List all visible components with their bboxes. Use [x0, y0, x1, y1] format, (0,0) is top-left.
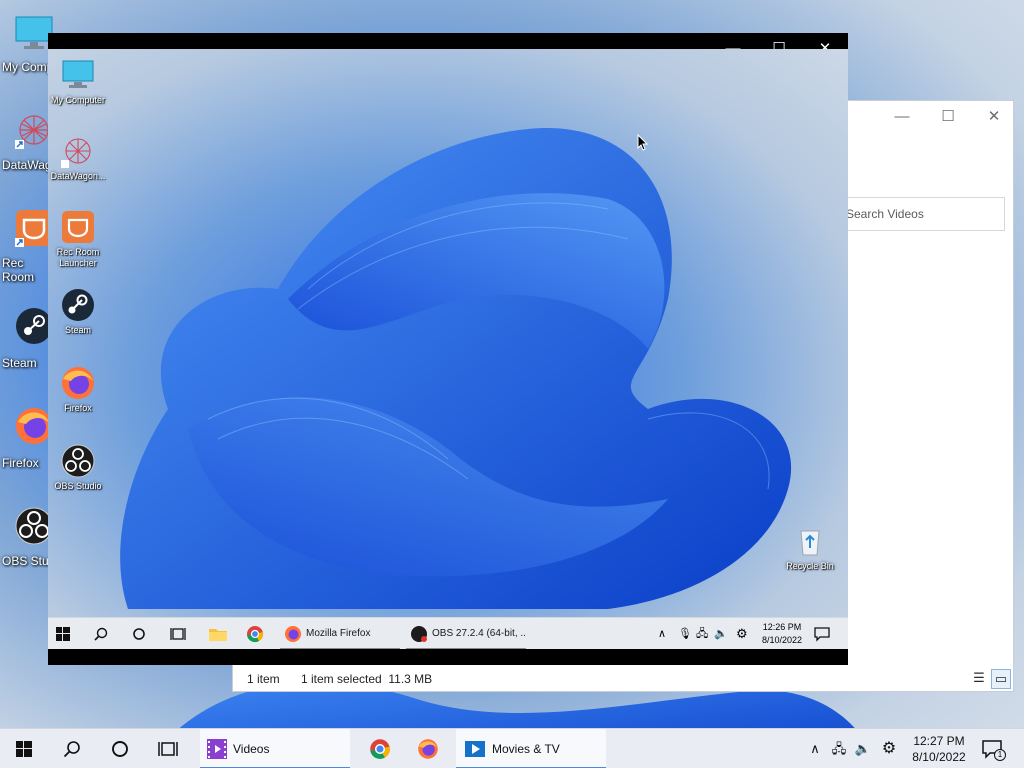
- taskbar-app-label: Movies & TV: [492, 742, 560, 756]
- vm-start-button[interactable]: [56, 618, 80, 649]
- vm-icon-label: Steam: [64, 325, 91, 335]
- vm-settings-icon[interactable]: ⚙: [736, 618, 752, 649]
- volume-icon[interactable]: 🔈: [852, 729, 874, 768]
- vm-icon-label: DataWagon...: [50, 171, 106, 181]
- vm-microphone-icon[interactable]: 🎙: [678, 618, 692, 649]
- movies-tv-icon: [465, 741, 485, 757]
- vm-icon-label: My Computer: [50, 95, 105, 105]
- taskbar-app-movies-tv[interactable]: Movies & TV: [456, 729, 606, 768]
- monitor-icon: [62, 60, 94, 88]
- search-button[interactable]: [48, 729, 96, 768]
- windows-logo-icon: [56, 627, 70, 641]
- clock-date: 8/10/2022: [912, 750, 966, 764]
- notification-count-badge: 1: [994, 749, 1006, 761]
- taskbar-app-label: Videos: [233, 742, 270, 756]
- vm-icon-rec-room[interactable]: Rec Room Launcher: [48, 209, 108, 269]
- vm-icon-label: OBS Studio: [54, 481, 102, 491]
- firefox-icon: [418, 739, 438, 759]
- search-icon: [63, 741, 80, 758]
- notification-icon: [814, 627, 830, 642]
- details-view-button[interactable]: ☰: [969, 669, 989, 689]
- task-view-button[interactable]: [144, 729, 192, 768]
- explorer-search-input[interactable]: Search Videos: [837, 197, 1005, 231]
- chrome-icon: [370, 739, 390, 759]
- vm-file-explorer-button[interactable]: [208, 618, 230, 649]
- obs-icon: [61, 444, 95, 478]
- clock-time: 12:27 PM: [913, 734, 965, 748]
- start-button[interactable]: [0, 729, 48, 768]
- obs-icon: [411, 626, 427, 642]
- clock[interactable]: 12:27 PM 8/10/2022: [906, 733, 972, 765]
- remote-vm-window[interactable]: — ☐ ✕ My Computer: [48, 33, 848, 665]
- mouse-cursor-icon: [637, 134, 649, 151]
- explorer-maximize-button[interactable]: ☐: [925, 101, 971, 133]
- vm-taskbar-app-firefox[interactable]: Mozilla Firefox: [280, 618, 400, 649]
- explorer-status-bar: 1 item 1 item selected 11.3 MB ☰ ▭: [233, 667, 1013, 691]
- active-indicator: [406, 648, 526, 649]
- taskbar-chrome-button[interactable]: [356, 729, 404, 768]
- vm-icon-datawagon[interactable]: DataWagon...: [48, 133, 108, 182]
- folder-icon: [209, 629, 227, 641]
- network-icon[interactable]: 🖧: [828, 729, 850, 768]
- vm-desktop[interactable]: My Computer DataWagon... Rec Room Launch…: [48, 49, 848, 649]
- search-icon: [94, 627, 108, 641]
- vm-network-icon[interactable]: 🖧: [696, 618, 710, 649]
- explorer-minimize-button[interactable]: —: [879, 101, 925, 133]
- task-view-icon: [158, 742, 178, 756]
- status-selection: 1 item selected 11.3 MB: [301, 672, 433, 686]
- vm-cortana-button[interactable]: [132, 618, 154, 649]
- firefox-icon: [62, 367, 94, 399]
- taskbar: Videos Movies & TV ∧ 🖧 🔈 ⚙ 12:27 PM 8/10…: [0, 728, 1024, 768]
- chrome-icon: [247, 626, 264, 643]
- vm-icon-label: Firefox: [64, 403, 92, 413]
- vm-clock-time: 12:26 PM: [762, 622, 802, 632]
- task-view-icon: [170, 628, 186, 640]
- cortana-icon: [112, 741, 128, 757]
- vm-icon-obs[interactable]: OBS Studio: [48, 443, 108, 492]
- vm-icon-firefox[interactable]: Firefox: [48, 365, 108, 414]
- taskbar-app-videos[interactable]: Videos: [200, 729, 350, 768]
- vm-icon-recycle-bin[interactable]: Recycle Bin: [780, 523, 840, 572]
- tray-overflow-button[interactable]: ∧: [804, 729, 826, 768]
- firefox-icon: [285, 626, 301, 642]
- videos-icon: [207, 739, 227, 759]
- settings-icon[interactable]: ⚙: [878, 729, 900, 768]
- vm-notification-button[interactable]: [814, 618, 836, 649]
- vm-icon-steam[interactable]: Steam: [48, 287, 108, 336]
- vm-task-view-button[interactable]: [170, 618, 192, 649]
- datawagon-icon: [61, 138, 91, 168]
- vm-taskbar-app-label: OBS 27.2.4 (64-bit, ...: [432, 628, 526, 639]
- vm-tray-overflow-button[interactable]: ∧: [658, 618, 672, 649]
- cortana-icon: [133, 628, 145, 640]
- large-icons-view-button[interactable]: ▭: [991, 669, 1011, 689]
- rec-room-icon: [62, 211, 94, 243]
- vm-chrome-button[interactable]: [246, 618, 268, 649]
- recycle-bin-icon: [800, 530, 820, 556]
- notification-center-button[interactable]: 1: [970, 729, 1014, 768]
- desktop-icon-label: Rec Room Launcher: [2, 256, 35, 284]
- cortana-button[interactable]: [96, 729, 144, 768]
- vm-wallpaper-bloom: [120, 128, 792, 609]
- vm-icon-my-computer[interactable]: My Computer: [48, 57, 108, 106]
- taskbar-firefox-button[interactable]: [404, 729, 452, 768]
- vm-search-button[interactable]: [94, 618, 116, 649]
- explorer-close-button[interactable]: ✕: [971, 101, 1017, 133]
- vm-taskbar-app-label: Mozilla Firefox: [306, 628, 371, 639]
- vm-taskbar-app-obs[interactable]: OBS 27.2.4 (64-bit, ...: [406, 618, 526, 649]
- vm-icon-label: Rec Room Launcher: [56, 247, 100, 268]
- vm-taskbar: Mozilla Firefox OBS 27.2.4 (64-bit, ... …: [48, 617, 848, 649]
- vm-clock-date: 8/10/2022: [761, 635, 803, 645]
- active-indicator: [280, 648, 400, 649]
- vm-volume-icon[interactable]: 🔈: [714, 618, 728, 649]
- vm-icon-label: Recycle Bin: [786, 561, 834, 571]
- status-item-count: 1 item: [247, 672, 280, 686]
- windows-logo-icon: [16, 741, 32, 757]
- steam-icon: [62, 289, 94, 321]
- vm-clock[interactable]: 12:26 PM 8/10/2022: [754, 621, 810, 647]
